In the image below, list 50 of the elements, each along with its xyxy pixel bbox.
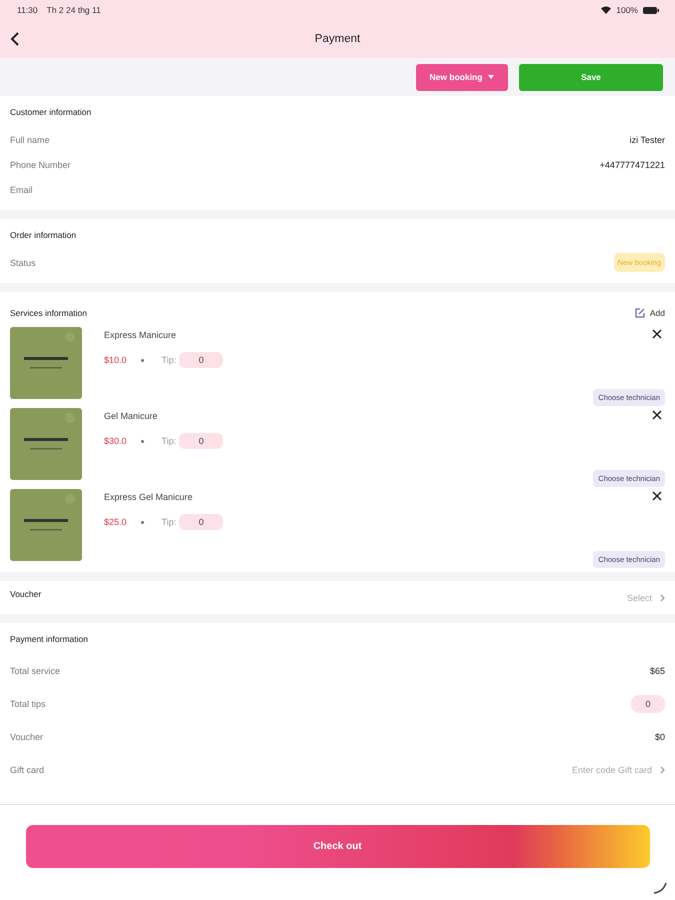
section-title: Order information	[10, 230, 78, 240]
separator-dot	[140, 440, 144, 442]
section-title: Services information	[10, 308, 88, 318]
field-label: Full name	[10, 134, 50, 144]
back-icon[interactable]	[10, 32, 20, 46]
spinner-icon	[653, 882, 667, 894]
service-name: Express Gel Manicure	[104, 492, 194, 502]
field-value: izi Tester	[630, 134, 665, 144]
tip-label: Tip:	[162, 436, 176, 446]
battery-level: 100%	[616, 5, 638, 15]
field-label: Status	[10, 258, 36, 268]
caret-icon	[488, 75, 494, 79]
tip-label: Tip:	[162, 355, 176, 365]
wifi-icon	[601, 6, 612, 14]
page-title: Payment	[314, 33, 360, 45]
separator-dot	[140, 358, 144, 362]
tip-label: Tip:	[162, 517, 176, 527]
tip-field[interactable]: 0	[179, 514, 224, 530]
field-label: Gift card	[10, 764, 44, 774]
edit-icon	[634, 308, 645, 318]
tip-field[interactable]: 0	[179, 352, 224, 368]
tip-field[interactable]: 0	[179, 433, 224, 449]
chevron-icon	[660, 594, 665, 602]
chevron-icon	[660, 766, 665, 774]
tips-value: 0	[631, 694, 665, 712]
field-value: $0	[654, 732, 665, 742]
check-out-button[interactable]: Check out	[26, 825, 650, 868]
field-value: $65	[650, 666, 665, 676]
section-title: Customer information	[10, 107, 92, 117]
status-date: Th 2 24 thg 11	[46, 5, 101, 15]
service-name: Gel Manicure	[104, 411, 159, 421]
close-icon[interactable]	[652, 329, 662, 339]
service-price: $25.0	[104, 517, 127, 527]
field-label: Total service	[10, 666, 60, 676]
separator-dot	[140, 520, 144, 524]
field-label: Phone Number	[10, 160, 71, 170]
field-label: Voucher	[10, 732, 44, 742]
field-label: Email	[10, 184, 33, 194]
field-value: +447777471221	[600, 160, 665, 170]
service-price: $10.0	[104, 355, 127, 365]
service-name: Express Manicure	[104, 330, 178, 340]
field-label: Total tips	[10, 698, 46, 708]
add-button[interactable]: Add	[634, 308, 665, 318]
service-price: $30.0	[104, 436, 127, 446]
status-time: 11:30	[17, 5, 38, 15]
battery-icon	[643, 6, 659, 14]
section-title: Payment information	[10, 634, 89, 644]
close-icon[interactable]	[652, 491, 662, 501]
close-icon[interactable]	[652, 410, 662, 420]
field-label: Voucher	[10, 589, 42, 599]
